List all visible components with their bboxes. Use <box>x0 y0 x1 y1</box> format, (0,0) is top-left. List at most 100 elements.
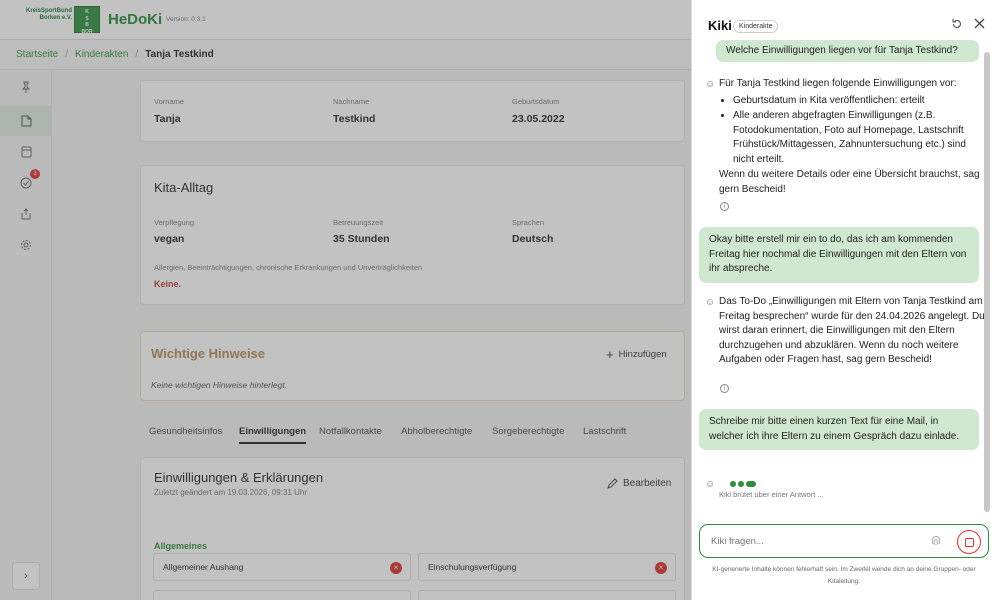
chat-input-container <box>699 524 989 558</box>
pin-icon <box>21 81 31 93</box>
user-message: Okay bitte erstell mir ein to do, das ic… <box>699 227 979 283</box>
ai-disclaimer: KI-generierte Inhalte können fehlerhaft … <box>712 566 976 585</box>
list-item: Geburtsdatum in Kita veröffentlichen: er… <box>733 94 985 109</box>
sidebar-item-pin[interactable] <box>0 72 52 102</box>
field-value: 23.05.2022 <box>512 113 565 125</box>
breadcrumb: Startseite / Kinderakten / Tanja Testkin… <box>0 40 691 70</box>
share-icon <box>21 208 31 220</box>
bot-message-list: Geburtsdatum in Kita veröffentlichen: er… <box>733 94 985 168</box>
allergy-value: Keine. <box>154 279 182 289</box>
breadcrumb-current: Tanja Testkind <box>145 49 214 60</box>
bot-message-intro: Für Tanja Testkind liegen folgende Einwi… <box>719 78 957 89</box>
field-label: Geburtsdatum <box>512 97 560 106</box>
edit-label: Bearbeiten <box>623 478 672 489</box>
kiki-avatar-icon: ☺ <box>705 79 716 90</box>
info-icon[interactable]: i <box>720 202 729 211</box>
stop-generation-button[interactable] <box>957 530 981 554</box>
tab-bar: Gesundheitsinfos Einwilligungen Notfallk… <box>140 420 680 444</box>
tab-lastschrift[interactable]: Lastschrift <box>583 426 626 437</box>
tab-notfallkontakte[interactable]: Notfallkontakte <box>319 426 382 437</box>
field-label: Verpflegung <box>154 218 195 227</box>
close-chat-button[interactable] <box>974 18 985 32</box>
sidebar: 3 <box>0 70 52 600</box>
thinking-status: Kiki brütet über einer Antwort ... <box>719 490 824 499</box>
app-title: HeDoKi <box>108 11 163 28</box>
tab-einwilligungen[interactable]: Einwilligungen <box>239 426 307 444</box>
breadcrumb-separator: / <box>135 49 139 60</box>
bot-message-text: Das To-Do „Einwilligungen mit Eltern von… <box>719 296 985 365</box>
logo-line-2: Borken e.V. <box>39 15 72 21</box>
child-info-card: Vorname Tanja Nachname Testkind Geburtsd… <box>140 80 685 142</box>
consent-item <box>153 590 411 600</box>
tab-sorgeberechtigte[interactable]: Sorgeberechtigte <box>492 426 564 437</box>
bot-message: ☺ Für Tanja Testkind liegen folgende Ein… <box>705 77 985 197</box>
user-message: Schreibe mir bitte einen kurzen Text für… <box>699 409 979 450</box>
gear-icon <box>21 240 31 250</box>
typing-indicator <box>730 481 756 487</box>
field-value: Tanja <box>154 113 181 125</box>
reset-chat-button[interactable] <box>951 18 963 33</box>
sidebar-item-settings[interactable] <box>0 230 52 260</box>
pencil-icon <box>607 478 618 489</box>
document-icon <box>21 115 31 127</box>
declined-x-icon: × <box>655 562 667 574</box>
chat-context-badge: Kinderakte <box>733 20 779 33</box>
field-value: Testkind <box>333 113 376 125</box>
sidebar-item-book[interactable] <box>0 137 52 167</box>
app-version: Version: 0.3.1 <box>166 16 206 23</box>
user-message: Welche Einwilligungen liegen vor für Tan… <box>716 40 979 62</box>
hints-empty-text: Keine wichtigen Hinweise hinterlegt. <box>151 380 288 390</box>
consent-updated: Zuletzt geändert am 19.03.2026, 09:31 Uh… <box>154 488 307 497</box>
breadcrumb-kinderakten[interactable]: Kinderakten <box>75 49 128 60</box>
typing-dot <box>746 481 756 487</box>
plus-icon: + <box>606 347 614 362</box>
refresh-icon <box>952 19 961 28</box>
typing-dot <box>730 481 736 487</box>
field-label: Betreuungszeit <box>333 218 384 227</box>
logo-letter: BOR <box>81 28 93 35</box>
sidebar-expand-button[interactable]: › <box>12 562 40 590</box>
typing-dot <box>738 481 744 487</box>
notification-badge: 3 <box>30 169 40 179</box>
fingerprint-icon[interactable] <box>929 533 943 550</box>
field-value: Deutsch <box>512 233 554 245</box>
field-label: Nachname <box>333 97 370 106</box>
tab-abholberechtigte[interactable]: Abholberechtigte <box>401 426 472 437</box>
ksb-logo: K S B BOR <box>74 6 100 35</box>
kita-card: Kita-Alltag Verpflegung vegan Betreuungs… <box>140 165 685 305</box>
hints-card: Wichtige Hinweise + Hinzufügen Keine wic… <box>140 331 685 401</box>
tab-gesundheitsinfos[interactable]: Gesundheitsinfos <box>149 426 222 437</box>
bot-message: ☺ Das To-Do „Einwilligungen mit Eltern v… <box>705 295 985 368</box>
edit-button[interactable]: Bearbeiten <box>607 478 671 489</box>
logo-text: KreisSportBund Borken e.V. <box>16 8 72 22</box>
declined-x-icon: × <box>390 562 402 574</box>
card-title: Kita-Alltag <box>154 180 214 195</box>
field-value: vegan <box>154 233 185 245</box>
sidebar-item-todos[interactable]: 3 <box>0 168 52 198</box>
consent-item-label: Einschulungsverfügung <box>428 562 517 572</box>
section-allgemeines: Allgemeines <box>154 541 208 551</box>
app-header: KreisSportBund Borken e.V. K S B BOR HeD… <box>0 0 691 40</box>
consent-item <box>418 590 676 600</box>
hints-title: Wichtige Hinweise <box>151 346 266 361</box>
add-hint-label: Hinzufügen <box>618 349 667 360</box>
consent-item-label: Allgemeiner Aushang <box>163 562 244 572</box>
list-item: Alle anderen abgefragten Einwilligungen … <box>733 109 985 167</box>
consent-title: Einwilligungen & Erklärungen <box>154 470 324 485</box>
chevron-right-icon: › <box>24 570 28 582</box>
book-icon <box>21 146 31 158</box>
close-icon <box>974 18 985 29</box>
stop-icon <box>964 537 974 547</box>
consent-item: Allgemeiner Aushang × <box>153 553 411 581</box>
info-icon[interactable]: i <box>720 384 729 393</box>
sidebar-item-documents[interactable] <box>0 106 52 136</box>
chat-input[interactable] <box>711 536 911 547</box>
logo-line-1: KreisSportBund <box>25 8 72 14</box>
kiki-avatar-icon: ☺ <box>705 479 716 490</box>
fingerprint-svg <box>931 536 941 546</box>
consent-item: Einschulungsverfügung × <box>418 553 676 581</box>
add-hint-button[interactable]: + Hinzufügen <box>606 347 667 362</box>
field-label: Sprachen <box>512 218 545 227</box>
breadcrumb-home[interactable]: Startseite <box>16 49 58 60</box>
sidebar-item-share[interactable] <box>0 199 52 229</box>
